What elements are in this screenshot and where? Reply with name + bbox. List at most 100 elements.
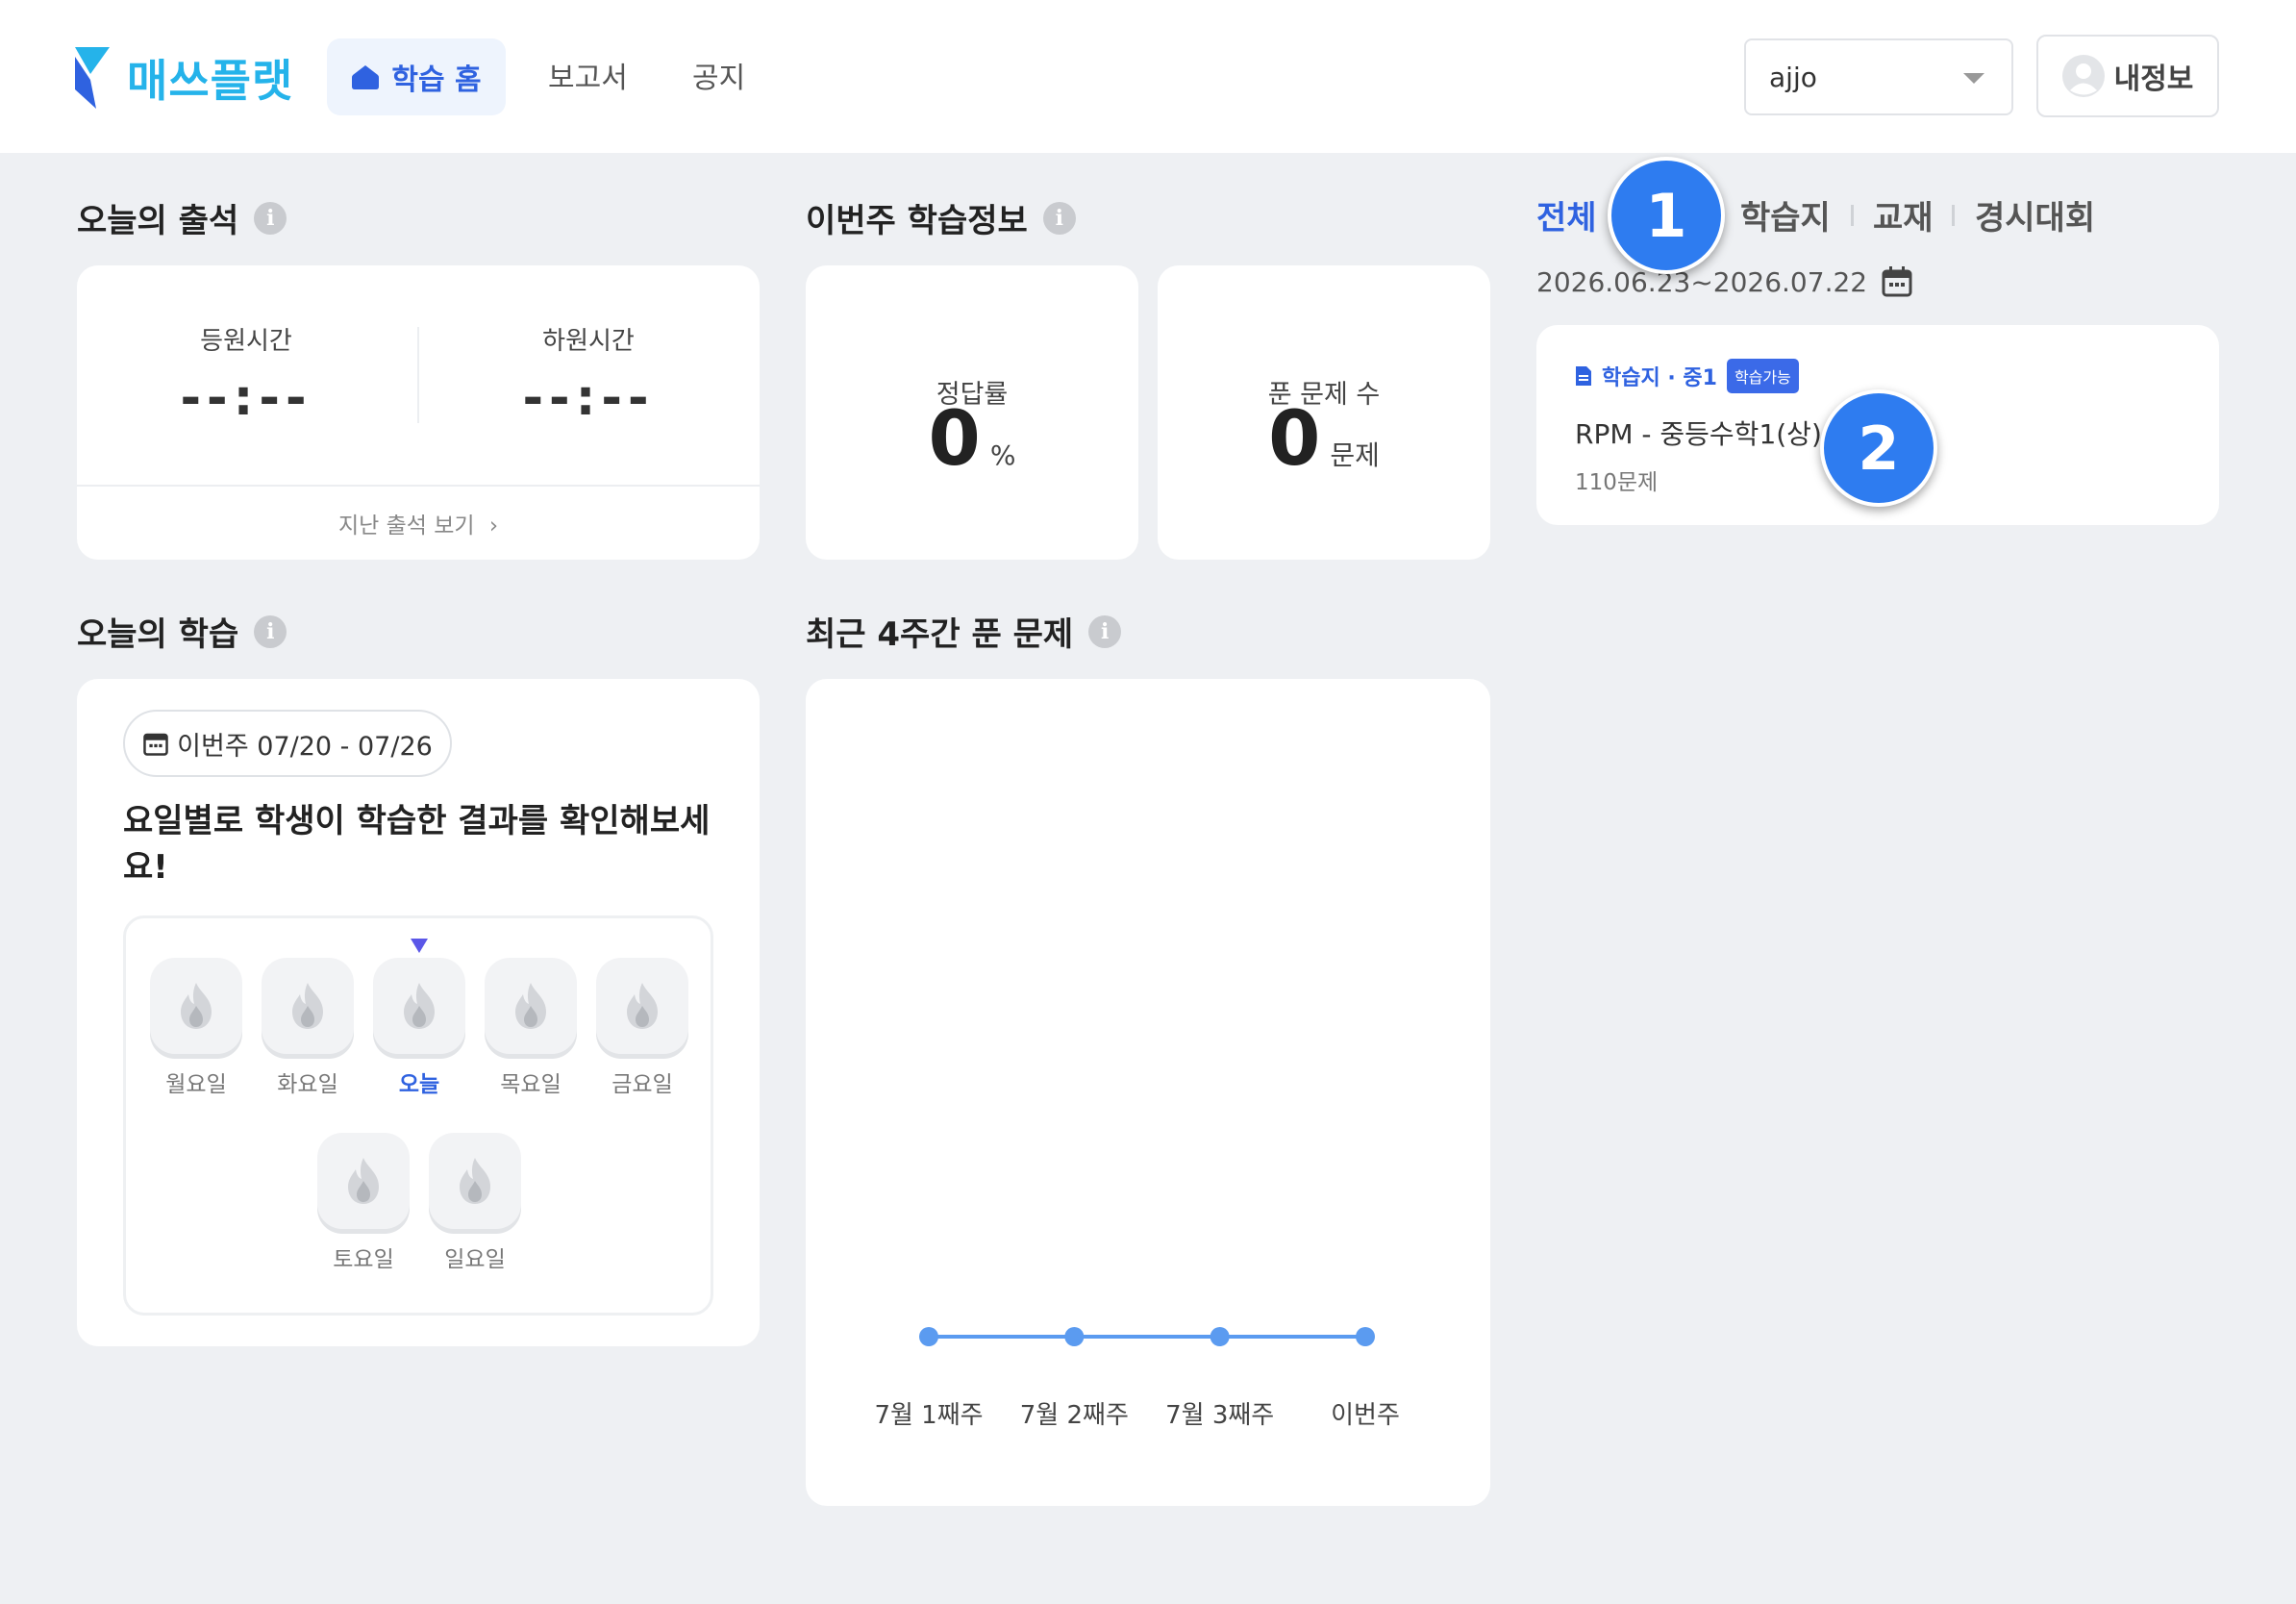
avatar-icon [2061, 55, 2105, 97]
info-icon[interactable]: i [254, 614, 287, 648]
past-attendance-link[interactable]: 지난 출석 보기 › [77, 507, 760, 539]
weekly-info-title: 이번주 학습정보 i [806, 194, 1076, 241]
attendance-separator [77, 485, 760, 487]
logo-text: 매쓰플랫 [127, 55, 294, 107]
data-point[interactable] [1356, 1327, 1375, 1346]
x-tick-label: 7월 1째주 [874, 1401, 983, 1430]
check-out-label: 하원시간 [542, 327, 635, 356]
today-study-title: 오늘의 학습 i [77, 608, 287, 655]
recent-chart-card: 7월 1째주 7월 2째주 7월 3째주 이번주 [806, 679, 1490, 1506]
info-icon[interactable]: i [254, 201, 287, 235]
student-select-value: ajjo [1769, 62, 1817, 93]
data-point[interactable] [1064, 1327, 1085, 1346]
week-range-pill[interactable]: 이번주 07/20 - 07/26 [123, 710, 452, 777]
flame-icon [460, 1158, 490, 1204]
day-flame-tile [596, 958, 688, 1054]
x-tick-label: 7월 3째주 [1165, 1401, 1274, 1430]
accuracy-number: 0 [928, 396, 981, 483]
check-in-time: --:-- [180, 369, 312, 427]
my-info-label: 내정보 [2113, 63, 2194, 96]
attendance-title: 오늘의 출석 i [77, 194, 287, 241]
flame-icon [181, 983, 212, 1029]
date-range: 2026.06.23~2026.07.22 [1536, 265, 1913, 298]
today-marker-icon [411, 939, 428, 953]
check-in-label: 등원시간 [200, 327, 292, 356]
nav-notice[interactable]: 공지 [692, 54, 745, 96]
tab-divider [1851, 205, 1854, 226]
my-info-button[interactable]: 내정보 [2036, 35, 2219, 117]
accuracy-unit: % [989, 439, 1016, 471]
chevron-down-icon [1963, 73, 1984, 84]
data-point[interactable] [1210, 1327, 1230, 1346]
check-out-time: --:-- [522, 369, 655, 427]
student-select[interactable]: ajjo [1744, 38, 2013, 115]
worksheet-problem-count: 110문제 [1575, 470, 1659, 495]
day-flame-tile [262, 958, 354, 1054]
past-attendance-link-label: 지난 출석 보기 [337, 514, 475, 539]
day-label: 일요일 [444, 1247, 506, 1272]
study-message: 요일별로 학생이 학습한 결과를 확인해보세요! [123, 802, 711, 887]
day-flame-tile [373, 958, 465, 1054]
chevron-right-icon: › [488, 514, 499, 539]
nav-learning-home[interactable]: 학습 홈 [327, 38, 506, 115]
calendar-icon [143, 733, 168, 756]
logo-icon [75, 47, 110, 109]
weekly-info-title-text: 이번주 학습정보 [806, 202, 1028, 240]
day-item[interactable]: 금요일 [596, 958, 688, 1098]
attendance-divider [417, 327, 419, 423]
x-tick-label: 이번주 [1331, 1401, 1400, 1430]
recent-chart: 7월 1째주 7월 2째주 7월 3째주 이번주 [874, 1327, 1400, 1430]
day-label: 월요일 [165, 1072, 227, 1097]
data-point[interactable] [919, 1327, 938, 1346]
day-flame-tile [485, 958, 577, 1054]
info-icon[interactable]: i [1088, 614, 1122, 648]
worksheet-meta: 학습지 · 중1 학습가능 [1575, 359, 1799, 393]
flame-icon [348, 1158, 379, 1204]
tab-textbook[interactable]: 교재 [1873, 191, 1934, 238]
solved-value: 0 문제 [1158, 396, 1490, 483]
attendance-title-text: 오늘의 출석 [77, 202, 239, 240]
day-label: 오늘 [398, 1072, 440, 1097]
solved-number: 0 [1268, 396, 1321, 483]
step-badge-2: 2 [1820, 389, 1937, 507]
day-item[interactable]: 화요일 [262, 958, 354, 1098]
calendar-icon[interactable] [1881, 265, 1913, 298]
solved-unit: 문제 [1330, 439, 1380, 471]
tab-competition[interactable]: 경시대회 [1975, 191, 2095, 238]
day-flame-tile [429, 1133, 521, 1229]
x-tick-label: 7월 2째주 [1020, 1401, 1129, 1430]
today-study-title-text: 오늘의 학습 [77, 615, 239, 654]
tab-divider [1952, 205, 1955, 226]
day-item[interactable]: 일요일 [429, 1133, 521, 1273]
flame-icon [292, 983, 323, 1029]
flame-icon [627, 983, 658, 1029]
step-badge-1: 1 [1608, 157, 1725, 274]
day-label: 토요일 [333, 1247, 394, 1272]
day-label: 목요일 [500, 1072, 562, 1097]
document-icon [1576, 366, 1591, 386]
status-badge: 학습가능 [1726, 359, 1799, 393]
worksheet-title: RPM - 중등수학1(상) 9 [1575, 418, 1848, 450]
flame-icon [515, 983, 546, 1029]
recent-chart-title-text: 최근 4주간 푼 문제 [806, 615, 1074, 654]
day-item[interactable]: 월요일 [150, 958, 242, 1098]
nav-report[interactable]: 보고서 [548, 54, 628, 96]
day-flame-tile [317, 1133, 410, 1229]
worksheet-kind: 학습지 · 중1 [1602, 366, 1717, 390]
info-icon[interactable]: i [1042, 201, 1076, 235]
logo[interactable]: 매쓰플랫 [75, 46, 293, 110]
day-label: 화요일 [277, 1072, 338, 1097]
date-range-text: 2026.06.23~2026.07.22 [1536, 265, 1868, 298]
home-icon [352, 65, 380, 89]
accuracy-value: 0 % [806, 396, 1138, 483]
day-item[interactable]: 목요일 [485, 958, 577, 1098]
day-label: 금요일 [611, 1072, 673, 1097]
week-range-text: 이번주 07/20 - 07/26 [177, 731, 433, 762]
tab-worksheet[interactable]: 학습지 [1740, 191, 1831, 238]
day-flame-tile [150, 958, 242, 1054]
flame-icon [404, 983, 435, 1029]
day-item[interactable]: 토요일 [317, 1133, 410, 1273]
day-item[interactable]: 오늘 [373, 958, 465, 1098]
recent-chart-title: 최근 4주간 푼 문제 i [806, 608, 1122, 655]
tab-all[interactable]: 전체 [1536, 191, 1597, 238]
